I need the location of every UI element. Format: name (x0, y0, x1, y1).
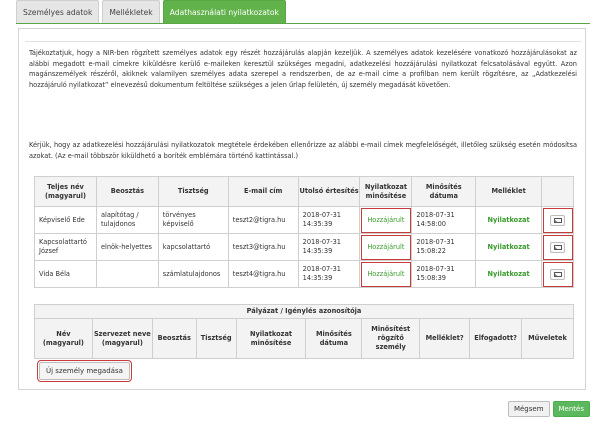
q-date: 2018-07-31 (416, 238, 455, 246)
cell-last-notification: 2018-07-31 14:35:39 (297, 260, 361, 288)
cell-email: teszt4@tigra.hu (227, 260, 299, 288)
applications-table-title: Pályázat / Igénylés azonosítója (34, 304, 574, 319)
col-statement-status: Nyilatkozat minősítése (235, 318, 307, 359)
tab-attachments[interactable]: Mellékletek (102, 0, 160, 24)
q-time: 15:08:39 (416, 274, 447, 282)
q-time: 14:58:00 (416, 220, 447, 228)
envelope-icon (553, 271, 562, 277)
content-panel: Tájékoztatjuk, hogy a NIR-ben rögzített … (18, 28, 586, 390)
cell-status: Hozzájárult (359, 206, 413, 234)
cell-email: teszt3@tigra.hu (227, 233, 299, 261)
send-email-button[interactable] (550, 268, 565, 280)
col-recorded-by: Minősítést rögzítő személy (361, 318, 421, 359)
status-text: Hozzájárult (367, 242, 405, 251)
status-text: Hozzájárult (367, 215, 405, 224)
cancel-button[interactable]: Mégsem (507, 401, 550, 417)
col-operations: Műveletek (521, 318, 574, 359)
cell-status-date: 2018-07-31 14:58:00 (411, 206, 477, 234)
cell-status: Hozzájárult (359, 260, 413, 288)
col-title: Tisztség (157, 176, 229, 207)
last-time: 14:35:39 (302, 274, 333, 282)
col-last-notification: Utolsó értesítés (297, 176, 361, 207)
col-statement-status: Nyilatkozat minősítése (359, 176, 413, 207)
envelope-icon (553, 244, 562, 250)
applications-table-title-row: Pályázat / Igénylés azonosítója (34, 304, 574, 319)
cell-attachment: Nyilatkozat (475, 233, 543, 261)
cell-title: törvényes képviselő (157, 206, 229, 234)
tab-data-usage-statements[interactable]: Adathasználati nyilatkozatok (162, 0, 286, 24)
cell-title: kapcsolattartó (157, 233, 229, 261)
instruction-paragraph: Kérjük, hogy az adatkezelési hozzájárulá… (29, 141, 577, 160)
last-time: 14:35:39 (302, 220, 333, 228)
cell-send-email (541, 206, 574, 234)
cell-name: Képviselő Ede (34, 206, 97, 234)
last-date: 2018-07-31 (302, 265, 341, 273)
col-actions (541, 176, 574, 207)
col-status-date: Minősítés dátuma (411, 176, 477, 207)
cell-position (95, 260, 159, 288)
add-person-button[interactable]: Új személy megadása (37, 360, 132, 382)
col-full-name: Teljes név (magyarul) (34, 176, 97, 207)
save-button[interactable]: Mentés (552, 401, 590, 417)
col-org-name: Szervezet neve (magyarul) (91, 318, 153, 359)
q-date: 2018-07-31 (416, 265, 455, 273)
cell-position: alapítótag / tulajdonos (95, 206, 159, 234)
cell-last-notification: 2018-07-31 14:35:39 (297, 233, 361, 261)
col-accepted: Elfogadott? (469, 318, 523, 359)
send-email-button[interactable] (550, 241, 565, 253)
col-status-date: Minősítés dátuma (305, 318, 363, 359)
last-date: 2018-07-31 (302, 211, 341, 219)
cell-send-email (541, 260, 574, 288)
tab-personal-data[interactable]: Személyes adatok (16, 0, 100, 24)
cell-title: számlatulajdonos (157, 260, 229, 288)
footer-actions: Mégsem Mentés (507, 401, 590, 417)
tab-bar: Személyes adatok Mellékletek Adathasznál… (16, 0, 286, 24)
content-inner: Tájékoztatjuk, hogy a NIR-ben rögzített … (25, 41, 581, 383)
tab-underline (16, 23, 590, 24)
envelope-icon (553, 217, 562, 223)
cell-position: elnök-helyettes (95, 233, 159, 261)
col-email: E-mail cím (227, 176, 299, 207)
last-time: 14:35:39 (302, 247, 333, 255)
col-position: Beosztás (151, 318, 197, 359)
attachment-link[interactable]: Nyilatkozat (488, 243, 530, 251)
col-name: Név (magyarul) (34, 318, 93, 359)
col-attachment: Melléklet (475, 176, 543, 207)
q-time: 15:08:22 (416, 247, 447, 255)
status-text: Hozzájárult (367, 269, 405, 278)
applications-table: Pályázat / Igénylés azonosítója Név (mag… (34, 304, 574, 359)
applications-table-header: Név (magyarul) Szervezet neve (magyarul)… (34, 318, 574, 359)
table-row: Vida Béla számlatulajdonos teszt4@tigra.… (34, 260, 574, 288)
cell-send-email (541, 233, 574, 261)
attachment-link[interactable]: Nyilatkozat (488, 216, 530, 224)
table-row: Képviselő Ede alapítótag / tulajdonos tö… (34, 206, 574, 234)
cell-name: Kapcsolattartó József (34, 233, 97, 261)
cell-last-notification: 2018-07-31 14:35:39 (297, 206, 361, 234)
persons-table: Teljes név (magyarul) Beosztás Tisztség … (34, 176, 574, 288)
cell-attachment: Nyilatkozat (475, 206, 543, 234)
send-email-button[interactable] (550, 214, 565, 226)
cell-status: Hozzájárult (359, 233, 413, 261)
cell-status-date: 2018-07-31 15:08:22 (411, 233, 477, 261)
q-date: 2018-07-31 (416, 211, 455, 219)
col-position: Beosztás (95, 176, 159, 207)
attachment-link[interactable]: Nyilatkozat (488, 270, 530, 278)
col-has-attachment: Melléklet? (419, 318, 471, 359)
table-row: Kapcsolattartó József elnök-helyettes ka… (34, 233, 574, 261)
persons-table-header: Teljes név (magyarul) Beosztás Tisztség … (34, 176, 574, 207)
cell-name: Vida Béla (34, 260, 97, 288)
last-date: 2018-07-31 (302, 238, 341, 246)
col-title: Tisztség (195, 318, 237, 359)
intro-paragraph: Tájékoztatjuk, hogy a NIR-ben rögzített … (29, 49, 577, 89)
cell-email: teszt2@tigra.hu (227, 206, 299, 234)
cell-attachment: Nyilatkozat (475, 260, 543, 288)
cell-status-date: 2018-07-31 15:08:39 (411, 260, 477, 288)
